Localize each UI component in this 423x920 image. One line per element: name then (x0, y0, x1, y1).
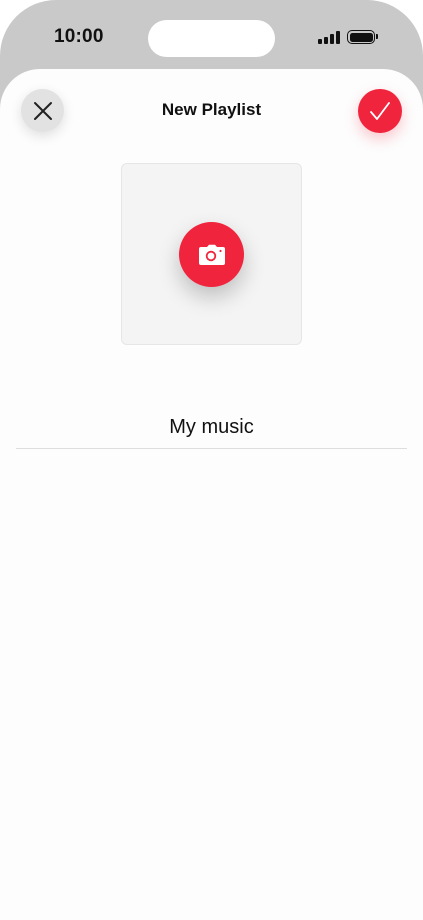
phone-frame: 10:00 New Playlist (0, 0, 423, 920)
playlist-name-field[interactable] (16, 399, 407, 451)
camera-icon (198, 244, 225, 265)
status-time: 10:00 (54, 26, 104, 47)
status-icons (318, 30, 378, 44)
checkmark-icon (370, 102, 390, 120)
new-playlist-sheet: New Playlist (0, 69, 423, 920)
battery-icon (347, 30, 378, 44)
dynamic-island (148, 20, 275, 57)
status-bar: 10:00 (0, 0, 423, 70)
playlist-name-input[interactable] (16, 399, 407, 451)
cellular-signal-icon (318, 30, 340, 44)
done-button[interactable] (358, 89, 402, 133)
playlist-artwork (121, 163, 302, 345)
add-photo-button[interactable] (179, 222, 244, 287)
